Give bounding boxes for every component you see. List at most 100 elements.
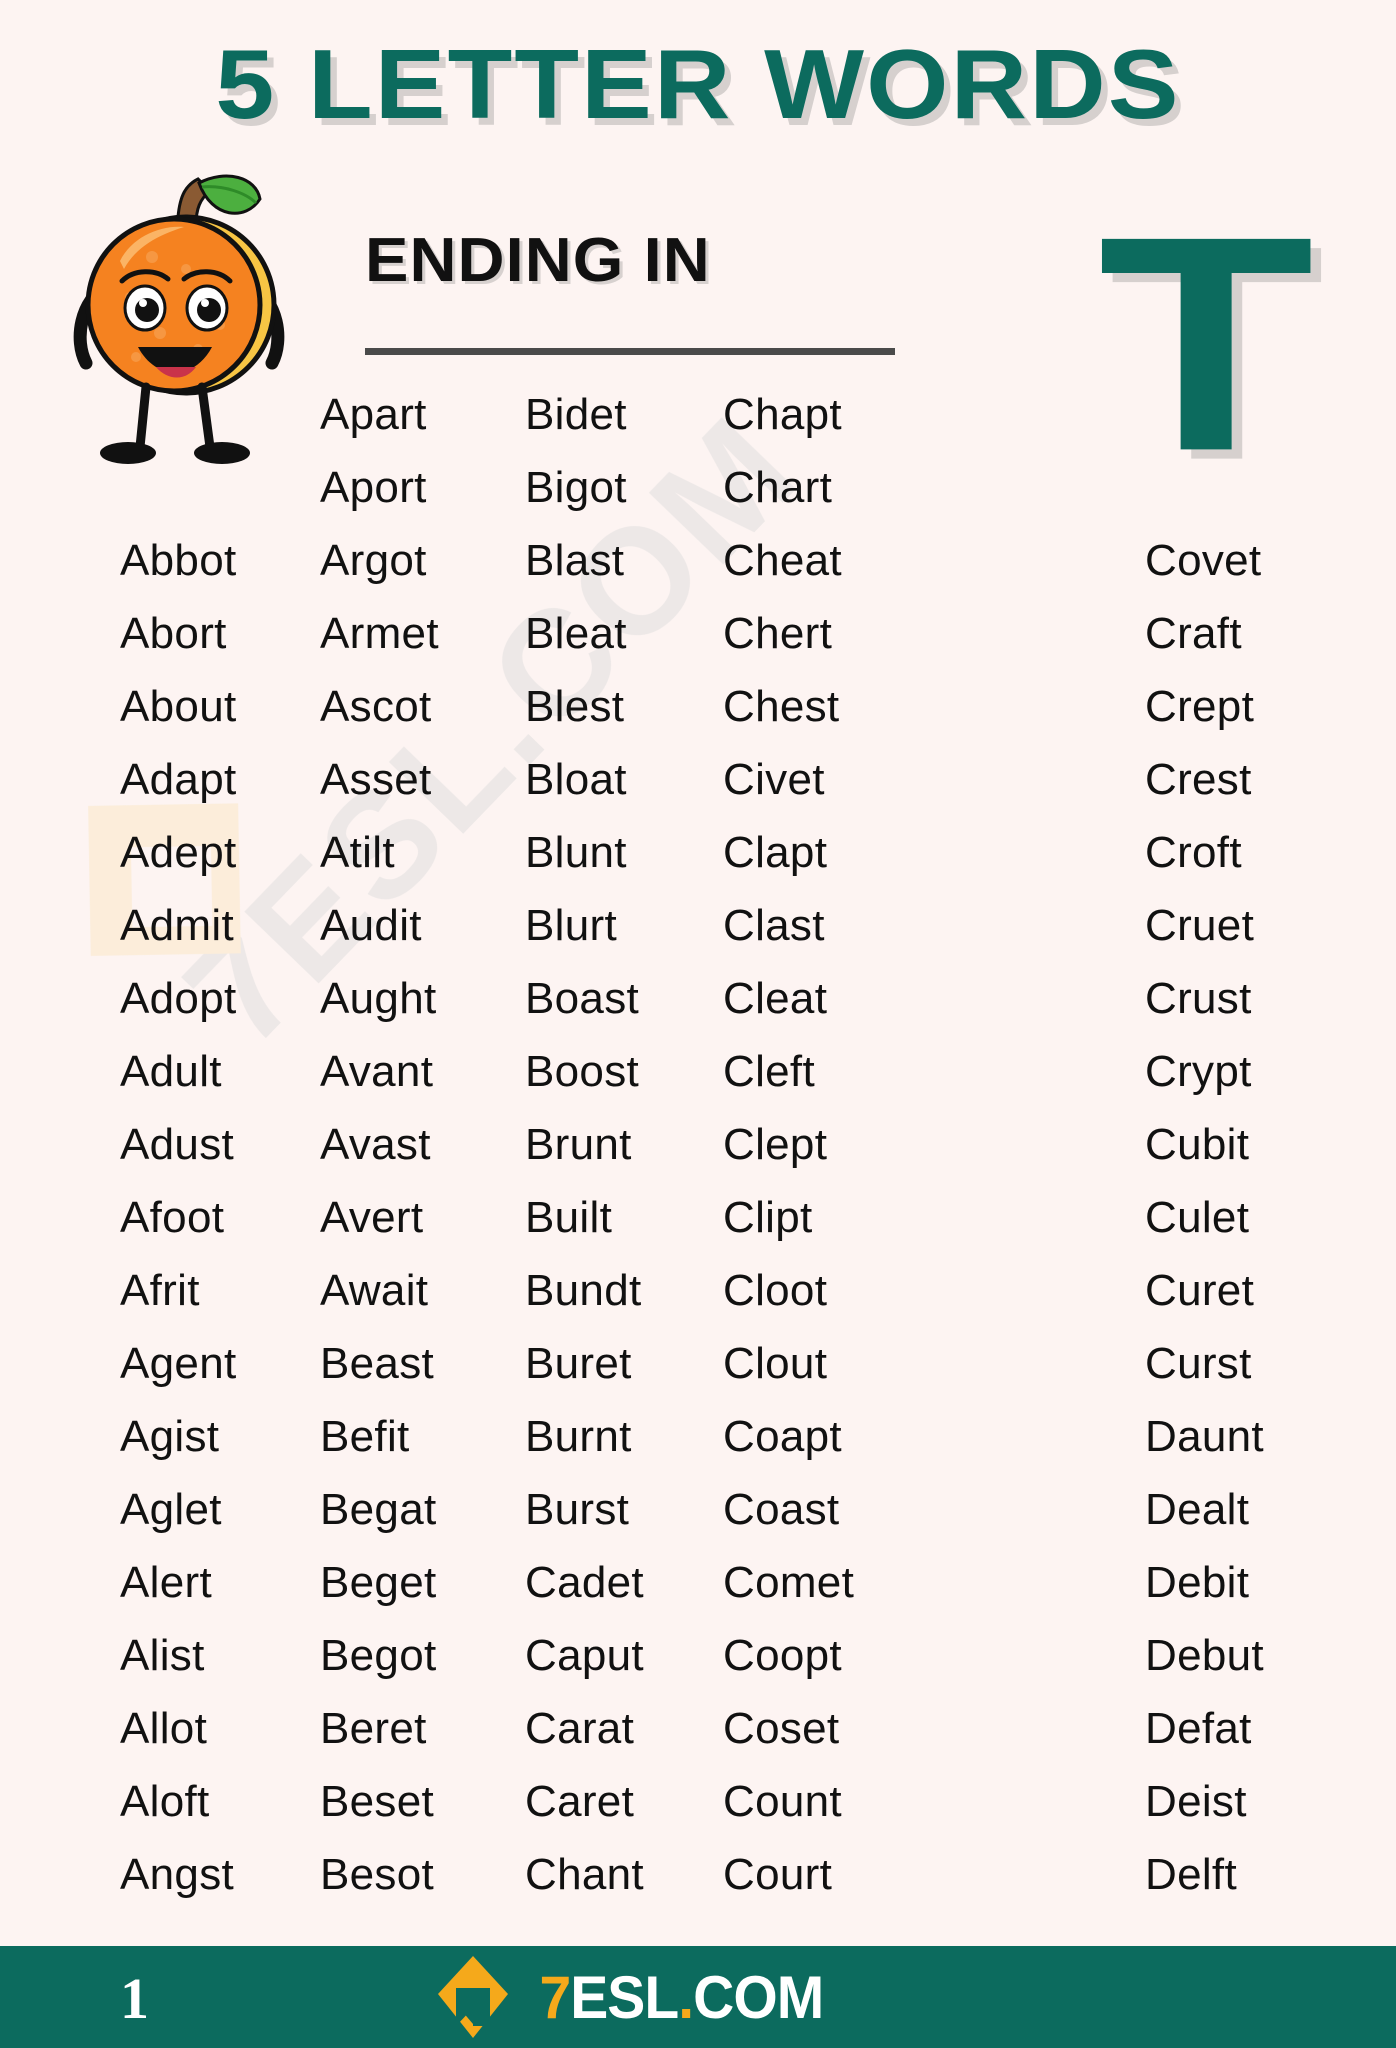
word-item: Bigot [525, 463, 627, 512]
word-item: Debut [1145, 1631, 1264, 1680]
word-item: Bidet [525, 390, 627, 439]
word-column-2: Apart Aport Argot Armet Ascot Asset Atilt Audit… [320, 378, 520, 1911]
word-item: Carat [525, 1704, 635, 1753]
word-item: Avant [320, 1047, 434, 1096]
word-item: Culet [1145, 1193, 1250, 1242]
word-item: Beget [320, 1558, 437, 1607]
word-item: Caret [525, 1777, 635, 1826]
word-item: Aught [320, 974, 437, 1023]
word-item: Civet [723, 755, 825, 804]
word-item: Cadet [525, 1558, 644, 1607]
word-item: Craft [1145, 609, 1242, 658]
word-item: Coset [723, 1704, 840, 1753]
word-item: Comet [723, 1558, 855, 1607]
word-item: Dealt [1145, 1485, 1250, 1534]
page-number: 1 [120, 1966, 149, 2031]
word-item: Crypt [1145, 1047, 1252, 1096]
word-item: Covet [1145, 536, 1262, 585]
word-item: Boast [525, 974, 640, 1023]
word-item: Begot [320, 1631, 437, 1680]
word-item: Beast [320, 1339, 435, 1388]
word-item: Armet [320, 609, 439, 658]
word-item: Chest [723, 682, 840, 731]
word-item: Boost [525, 1047, 640, 1096]
word-item: Brunt [525, 1120, 632, 1169]
word-item: Adust [120, 1120, 235, 1169]
word-item: Chart [723, 463, 833, 512]
word-item: Bloat [525, 755, 627, 804]
word-item: Chert [723, 609, 833, 658]
word-item: Blest [525, 682, 625, 731]
word-item: Burst [525, 1485, 630, 1534]
word-item: Cubit [1145, 1120, 1250, 1169]
word-item: Agist [120, 1412, 220, 1461]
brand-wordmark: 7ESL.COM [539, 1963, 824, 2032]
word-item: Chapt [723, 390, 842, 439]
word-column-4: Chapt Chart Cheat Chert Chest Civet Clapt Clast… [723, 378, 938, 1911]
word-item: Agent [120, 1339, 237, 1388]
word-item: Defat [1145, 1704, 1252, 1753]
featured-letter: T [1098, 171, 1315, 515]
word-item: Aport [320, 463, 427, 512]
word-item: Cloot [723, 1266, 828, 1315]
word-item: Cruet [1145, 901, 1255, 950]
page-title: 5 LETTER WORDS [215, 29, 1181, 139]
word-item: Crust [1145, 974, 1252, 1023]
orange-fruit-character-icon [60, 165, 300, 495]
word-item: Court [723, 1850, 833, 1899]
word-column-1: Abbot Abort About Adapt Adept Admit Adopt Adult… [120, 378, 320, 1911]
word-item: Blunt [525, 828, 627, 877]
word-item: Chant [525, 1850, 644, 1899]
word-item: Croft [1145, 828, 1242, 877]
word-item: Adult [120, 1047, 222, 1096]
word-item: Debit [1145, 1558, 1250, 1607]
word-column-5: Covet Craft Crept Crest Croft Cruet Crust Crypt… [1145, 378, 1355, 1911]
word-item: Blurt [525, 901, 617, 950]
word-item: Adept [120, 828, 237, 877]
word-item: Afoot [120, 1193, 225, 1242]
word-item: Apart [320, 390, 427, 439]
word-item: Coast [723, 1485, 840, 1534]
word-item: Coapt [723, 1412, 842, 1461]
word-item: Audit [320, 901, 422, 950]
word-item: Bundt [525, 1266, 642, 1315]
word-item: Count [723, 1777, 842, 1826]
word-item: Await [320, 1266, 429, 1315]
word-item: Aloft [120, 1777, 210, 1826]
word-item: Afrit [120, 1266, 200, 1315]
word-item: Adapt [120, 755, 237, 804]
word-item: Angst [120, 1850, 235, 1899]
word-item: Begat [320, 1485, 437, 1534]
word-item: Clast [723, 901, 825, 950]
word-item: Caput [525, 1631, 644, 1680]
word-item: Blast [525, 536, 625, 585]
word-column-3: Bidet Bigot Blast Bleat Blest Bloat Blunt Blurt… [525, 378, 725, 1911]
word-item: Alert [120, 1558, 212, 1607]
word-item: Delft [1145, 1850, 1237, 1899]
page-subtitle: ENDING IN [365, 226, 711, 295]
word-item: Burnt [525, 1412, 632, 1461]
word-item: Aglet [120, 1485, 222, 1534]
word-item: Argot [320, 536, 427, 585]
word-item: Cleft [723, 1047, 815, 1096]
word-item: Atilt [320, 828, 395, 877]
word-item: Buret [525, 1339, 632, 1388]
word-item: Beset [320, 1777, 435, 1826]
brand-text-com: COM [693, 1963, 824, 2031]
brand-logo[interactable]: 7ESL.COM [430, 1946, 831, 2048]
word-item: Beret [320, 1704, 427, 1753]
word-item: Clapt [723, 828, 828, 877]
word-item: Admit [120, 901, 234, 950]
word-item: Clept [723, 1120, 828, 1169]
footer-bar: 1 7ESL.COM [0, 1946, 1396, 2048]
word-item: Cheat [723, 536, 842, 585]
brand-text-7: 7 [539, 1963, 571, 2031]
word-item: Clout [723, 1339, 828, 1388]
word-item: Bleat [525, 609, 627, 658]
title-divider [365, 348, 895, 355]
word-item: Ascot [320, 682, 432, 731]
word-item: Built [525, 1193, 613, 1242]
word-item: Avast [320, 1120, 431, 1169]
word-item: Crept [1145, 682, 1255, 731]
brand-text-dot: . [678, 1963, 694, 2031]
